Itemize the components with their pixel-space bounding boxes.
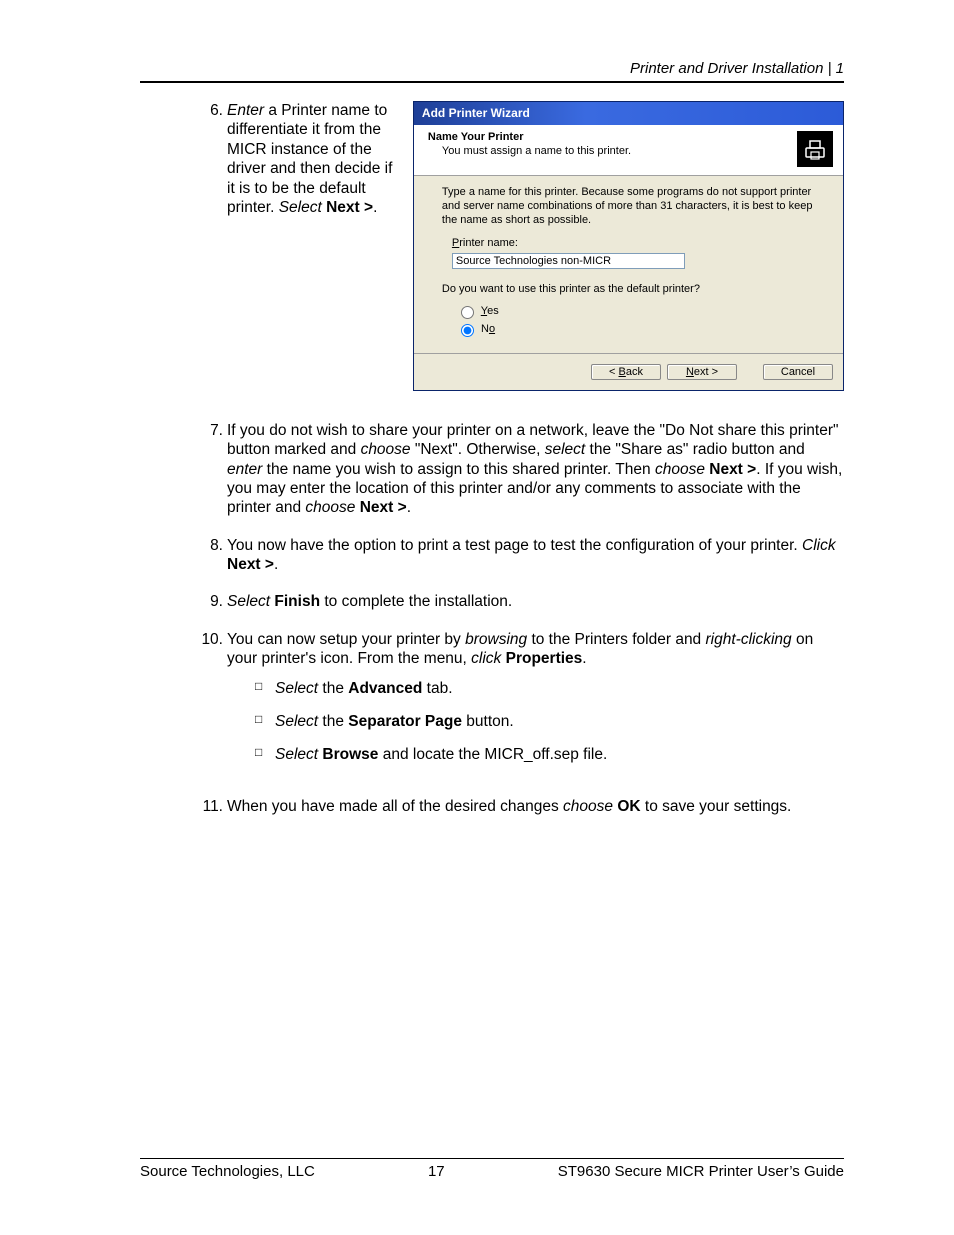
checkbox-bullet: □: [255, 745, 275, 764]
footer-page-number: 17: [428, 1163, 445, 1180]
step-number: 6.: [195, 101, 227, 217]
step-number: 7.: [195, 421, 227, 518]
step-text: You can now setup your printer by browsi…: [227, 631, 813, 667]
radio-yes[interactable]: [461, 306, 474, 319]
radio-no-label[interactable]: No: [456, 321, 815, 337]
back-button[interactable]: < Back: [591, 364, 661, 380]
page-header-right: Printer and Driver Installation | 1: [140, 60, 844, 83]
radio-no-text: No: [481, 323, 495, 335]
next-button[interactable]: Next >: [667, 364, 737, 380]
checkbox-bullet: □: [255, 712, 275, 731]
radio-no[interactable]: [461, 324, 474, 337]
printer-icon: [797, 131, 833, 167]
step-text: Enter a Printer name to differentiate it…: [227, 101, 395, 217]
step-text: If you do not wish to share your printer…: [227, 421, 844, 518]
wizard-titlebar: Add Printer Wizard: [414, 102, 843, 125]
default-printer-question: Do you want to use this printer as the d…: [442, 283, 815, 297]
step-number: 10.: [195, 630, 227, 779]
sub-item-text: Select the Advanced tab.: [275, 679, 844, 698]
step-number: 11.: [195, 797, 227, 816]
sub-item-text: Select Browse and locate the MICR_off.se…: [275, 745, 844, 764]
step-number: 9.: [195, 592, 227, 611]
printer-name-input[interactable]: [452, 253, 685, 269]
step-number: 8.: [195, 536, 227, 575]
checkbox-bullet: □: [255, 679, 275, 698]
sub-item-text: Select the Separator Page button.: [275, 712, 844, 731]
footer-right: ST9630 Secure MICR Printer User’s Guide: [558, 1163, 844, 1180]
wizard-subheading: You must assign a name to this printer.: [428, 145, 631, 159]
page-footer: Source Technologies, LLC 17 ST9630 Secur…: [140, 1158, 844, 1180]
radio-yes-text: Yes: [481, 305, 499, 317]
step-text: When you have made all of the desired ch…: [227, 797, 844, 816]
wizard-description: Type a name for this printer. Because so…: [442, 186, 815, 227]
add-printer-wizard-dialog: Add Printer Wizard Name Your Printer You…: [413, 101, 844, 391]
wizard-heading: Name Your Printer: [428, 131, 631, 145]
printer-name-label: Printer name:: [452, 237, 815, 251]
cancel-button[interactable]: Cancel: [763, 364, 833, 380]
footer-left: Source Technologies, LLC: [140, 1163, 315, 1180]
step-text: Select Finish to complete the installati…: [227, 592, 844, 611]
step-text: You now have the option to print a test …: [227, 536, 844, 575]
radio-yes-label[interactable]: Yes: [456, 303, 815, 319]
